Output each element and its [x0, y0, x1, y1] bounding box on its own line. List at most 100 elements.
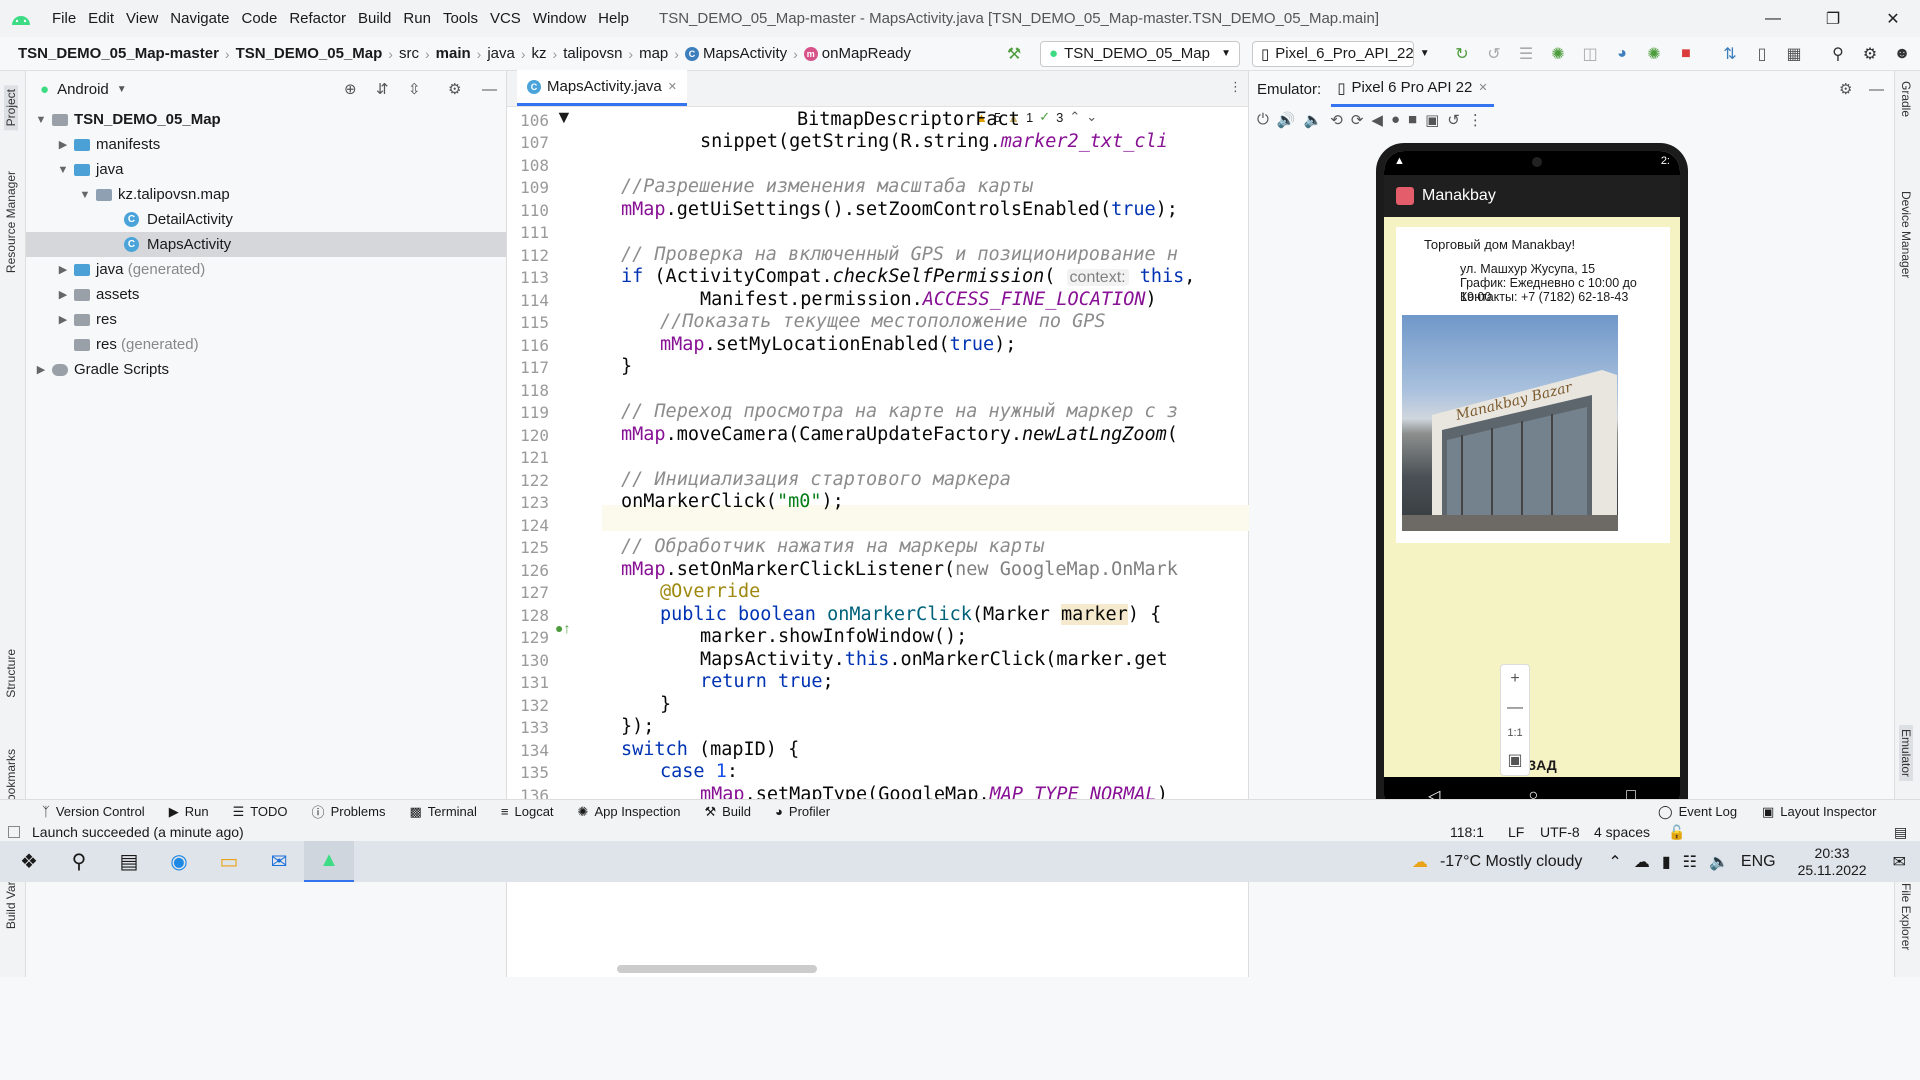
breadcrumb-java[interactable]: java — [483, 45, 519, 62]
tool-app-inspection[interactable]: ✺ App Inspection — [566, 804, 693, 820]
collapse-all-icon[interactable]: ⇳ — [408, 80, 421, 98]
tree-item-res-generated[interactable]: ▶ res (generated) — [56, 332, 199, 357]
tree-item-java[interactable]: ▼ java — [56, 157, 124, 182]
device-manager-icon[interactable]: ▯ — [1748, 40, 1776, 68]
sdk-manager-icon[interactable]: ▦ — [1780, 40, 1808, 68]
chevron-down-icon[interactable]: ▼ — [34, 114, 48, 126]
hammer-build-icon[interactable]: ⚒ — [1000, 40, 1028, 68]
lock-icon[interactable]: 🔓 — [1668, 824, 1685, 841]
home-icon[interactable]: ● — [1391, 111, 1400, 129]
code-line[interactable]: if (ActivityCompat.checkSelfPermission( … — [621, 266, 1195, 287]
menu-refactor[interactable]: Refactor — [283, 10, 352, 27]
code-line[interactable]: public boolean onMarkerClick(Marker mark… — [660, 604, 1161, 625]
chevron-up-icon[interactable]: ⌃ — [1608, 852, 1621, 872]
zoom-in-icon[interactable]: + — [1510, 670, 1519, 688]
chevron-down-icon[interactable]: ⌄ — [1086, 109, 1097, 125]
memory-indicator-icon[interactable]: ▤ — [1894, 824, 1907, 841]
breadcrumb-talipovsn[interactable]: talipovsn — [559, 45, 626, 62]
device-select[interactable]: ▯ Pixel_6_Pro_API_22 ▼ — [1252, 40, 1430, 67]
breadcrumb-method[interactable]: m onMapReady — [800, 45, 915, 62]
rotate-left-icon[interactable]: ⟲ — [1330, 111, 1343, 129]
tool-todo[interactable]: ☰ TODO — [221, 804, 300, 820]
tab-emulator-device[interactable]: ▯ Pixel 6 Pro API 22 ✕ — [1331, 71, 1494, 107]
tree-item-maps-activity[interactable]: C MapsActivity — [26, 232, 506, 257]
horizontal-scrollbar[interactable] — [617, 965, 817, 973]
task-view-icon[interactable]: ▤ — [104, 841, 154, 882]
stop-icon[interactable]: ■ — [1672, 40, 1700, 68]
back-button[interactable]: НАЗАД — [1384, 753, 1680, 777]
tool-profiler[interactable]: ◕ Profiler — [763, 804, 842, 819]
tool-logcat[interactable]: ≡ Logcat — [489, 804, 566, 819]
tool-event-log[interactable]: ◯ Event Log — [1646, 804, 1749, 820]
account-icon[interactable]: ☻ — [1888, 40, 1916, 68]
breadcrumb-main[interactable]: main — [432, 45, 475, 62]
camera-icon[interactable]: ▣ — [1425, 111, 1439, 129]
chevron-right-icon[interactable]: ▶ — [56, 288, 70, 301]
tree-item-res[interactable]: ▶ res — [56, 307, 117, 332]
coverage-icon[interactable]: ◫ — [1576, 40, 1604, 68]
code-line[interactable]: // Переход просмотра на карте на нужный … — [621, 401, 1178, 422]
tree-item-java-generated[interactable]: ▶ java (generated) — [56, 257, 206, 282]
code-line[interactable]: snippet(getString(R.string.marker2_txt_c… — [700, 131, 1168, 152]
tree-item-detail-activity[interactable]: C DetailActivity — [124, 207, 233, 232]
code-line[interactable]: // Инициализация стартового маркера — [621, 469, 1011, 490]
code-line[interactable]: }); — [621, 716, 654, 737]
breadcrumb-map[interactable]: map — [635, 45, 672, 62]
sync-gradle-icon[interactable]: ⇅ — [1716, 40, 1744, 68]
override-gutter-icon[interactable]: ●↑ — [555, 620, 570, 636]
code-line[interactable]: onMarkerClick("m0"); — [621, 491, 844, 512]
more-options-icon[interactable]: ⋮ — [1229, 79, 1242, 95]
caret-position[interactable]: 118:1 — [1450, 824, 1484, 840]
notifications-icon[interactable]: ✉ — [1893, 852, 1906, 872]
maximize-button[interactable]: ❐ — [1810, 0, 1856, 37]
breadcrumb-kz[interactable]: kz — [528, 45, 551, 62]
close-tab-icon[interactable]: ✕ — [668, 80, 677, 93]
gear-icon[interactable]: ⚙ — [448, 80, 461, 98]
breadcrumb-class[interactable]: C MapsActivity — [681, 45, 791, 62]
tool-terminal[interactable]: ▩ Terminal — [397, 804, 488, 820]
battery-icon[interactable]: ▮ — [1662, 852, 1671, 872]
tool-tab-project[interactable]: Project — [4, 85, 18, 131]
tool-run[interactable]: ▶ Run — [157, 804, 221, 820]
tree-item-manifests[interactable]: ▶ manifests — [56, 132, 160, 157]
code-line[interactable]: //Разрешение изменения масштаба карты — [621, 176, 1033, 197]
menu-edit[interactable]: Edit — [82, 10, 120, 27]
hide-panel-icon[interactable]: — — [482, 81, 497, 98]
rerun-icon[interactable]: ↻ — [1448, 40, 1476, 68]
overview-icon[interactable]: ■ — [1408, 111, 1417, 129]
code-line[interactable]: } — [660, 694, 671, 715]
snapshot-icon[interactable]: ↺ — [1447, 111, 1460, 129]
close-tab-icon[interactable]: ✕ — [1478, 81, 1487, 94]
mail-icon[interactable]: ✉ — [254, 841, 304, 882]
code-line[interactable]: mMap.setOnMarkerClickListener(new Google… — [621, 559, 1178, 580]
tree-item-gradle-scripts[interactable]: ▶ Gradle Scripts — [34, 357, 169, 382]
tree-item-assets[interactable]: ▶ assets — [56, 282, 140, 307]
run-config-select[interactable]: ● TSN_DEMO_05_Map ▼ — [1040, 40, 1240, 67]
windows-start-icon[interactable]: ❖ — [4, 841, 54, 882]
android-studio-taskbar-icon[interactable]: ▲ — [304, 841, 354, 882]
chevron-down-icon[interactable]: ▼ — [117, 84, 127, 95]
chevron-right-icon[interactable]: ▶ — [56, 263, 70, 276]
code-line[interactable]: mMap.moveCamera(CameraUpdateFactory.newL… — [621, 424, 1178, 445]
chevron-down-icon[interactable]: ▼ — [56, 164, 70, 176]
keyboard-language[interactable]: ENG — [1741, 853, 1776, 871]
code-line[interactable]: return true; — [700, 671, 834, 692]
search-icon[interactable]: ⚲ — [1824, 40, 1852, 68]
volume-down-icon[interactable]: 🔈 — [1304, 111, 1323, 129]
clock[interactable]: 20:33 25.11.2022 — [1798, 845, 1867, 879]
breadcrumb-project[interactable]: TSN_DEMO_05_Map-master — [14, 45, 223, 62]
code-line[interactable]: case 1: — [660, 761, 738, 782]
code-line[interactable]: // Обработчик нажатия на маркеры карты — [621, 536, 1044, 557]
status-indicator-icon[interactable] — [8, 826, 20, 838]
weather-text[interactable]: -17°C Mostly cloudy — [1440, 853, 1582, 871]
tool-build[interactable]: ⚒ Build — [692, 804, 763, 820]
rotate-right-icon[interactable]: ⟳ — [1351, 111, 1364, 129]
file-encoding[interactable]: UTF-8 — [1540, 824, 1580, 840]
code-line[interactable]: marker.showInfoWindow(); — [700, 626, 967, 647]
code-line[interactable]: Manifest.permission.ACCESS_FINE_LOCATION… — [700, 289, 1157, 310]
code-line[interactable]: mMap.setMyLocationEnabled(true); — [660, 334, 1016, 355]
more-icon[interactable]: ⋮ — [1468, 111, 1483, 129]
tree-item-package[interactable]: ▼ kz.talipovsn.map — [78, 182, 230, 207]
expand-all-icon[interactable]: ⇵ — [376, 80, 389, 98]
back-icon[interactable]: ◀ — [1371, 111, 1383, 129]
